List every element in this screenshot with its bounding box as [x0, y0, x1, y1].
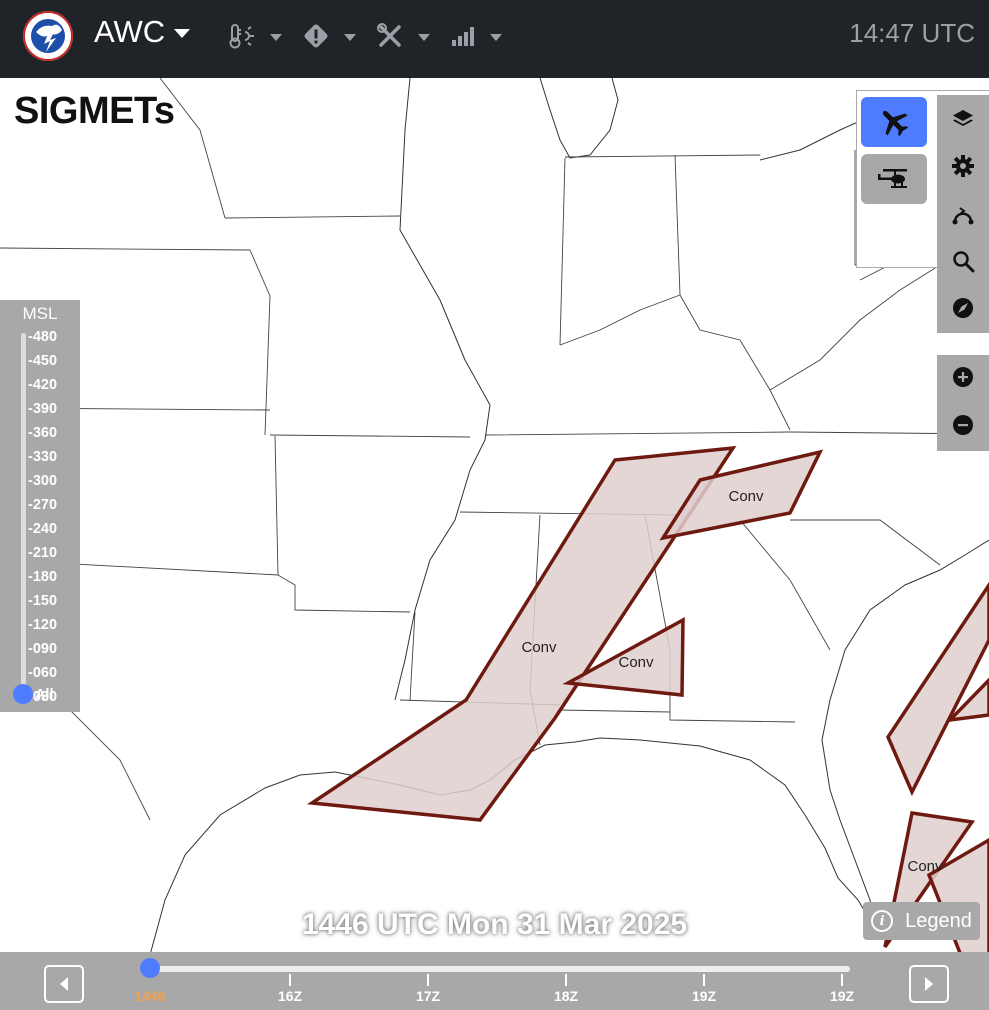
- altitude-level-label: -390: [28, 401, 58, 417]
- helicopter-icon: [878, 169, 907, 188]
- zoom-controls: [937, 355, 989, 451]
- map-tools-bar: [937, 95, 989, 333]
- chevron-down-icon: [418, 33, 430, 41]
- altitude-level-label: -120: [28, 617, 58, 633]
- chevron-down-icon: [490, 33, 502, 41]
- altitude-level-label: -270: [28, 497, 58, 513]
- altitude-level-label: -360: [28, 425, 58, 441]
- altitude-title: MSL: [22, 304, 58, 323]
- altitude-filter-panel: MSL -480 -450 -420 -390 -360 -330 -300 -270 -240…: [0, 300, 80, 729]
- brand-label: AWC: [94, 14, 166, 49]
- tools-icon: [377, 23, 401, 47]
- altitude-level-label: -180: [28, 569, 58, 585]
- zoom-in-button[interactable]: [937, 355, 989, 399]
- altitude-level-label: -210: [28, 545, 58, 561]
- warning-diamond-icon: [304, 24, 328, 48]
- timeline-tick-label: 17Z: [415, 988, 441, 1004]
- search-button[interactable]: [937, 239, 989, 283]
- altitude-level-label: -010: [28, 713, 58, 729]
- sigmet-label: Conv: [618, 654, 654, 671]
- timeline-tick: [703, 974, 705, 986]
- layers-icon: [953, 110, 973, 126]
- timeline-slider-track[interactable]: [150, 966, 850, 972]
- altitude-level-label: -420: [28, 377, 58, 393]
- chevron-down-icon: [344, 33, 356, 41]
- sigmet-label: Conv: [521, 639, 557, 656]
- zoom-out-icon: [953, 415, 973, 435]
- search-icon: [953, 251, 975, 273]
- nav-weather-menu[interactable]: [228, 20, 282, 52]
- timeline-bar: 1446 16Z 17Z 18Z 19Z 19Z: [0, 952, 989, 1010]
- compass-button[interactable]: [937, 286, 989, 330]
- altitude-level-label: -300: [28, 473, 58, 489]
- altitude-slider-handle[interactable]: [13, 684, 33, 704]
- timeline-tick-label: 19Z: [691, 988, 717, 1004]
- sigmet-polygon[interactable]: [886, 581, 989, 797]
- altitude-level-label: -150: [28, 593, 58, 609]
- layers-button[interactable]: [937, 97, 989, 141]
- route-button[interactable]: [937, 193, 989, 237]
- awc-menu-button[interactable]: AWC: [94, 14, 191, 50]
- page-title: SIGMETs: [14, 90, 175, 132]
- timeline-tick: [289, 974, 291, 986]
- timeline-tick: [841, 974, 843, 986]
- route-icon: [952, 207, 974, 225]
- timeline-tick: [427, 974, 429, 986]
- settings-button[interactable]: [937, 144, 989, 188]
- legend-label: Legend: [905, 909, 972, 932]
- sigmet-label: Conv: [728, 488, 764, 505]
- nav-products-menu[interactable]: [450, 20, 502, 52]
- nws-logo[interactable]: [22, 10, 74, 62]
- helicopter-mode-button[interactable]: [861, 154, 927, 204]
- timeline-prev-button[interactable]: [44, 965, 84, 1003]
- timeline-next-button[interactable]: [909, 965, 949, 1003]
- info-icon: i: [871, 910, 894, 932]
- altitude-level-label: -060: [28, 665, 58, 681]
- signal-bars-icon: [452, 27, 474, 46]
- altitude-slider-track[interactable]: [21, 333, 26, 693]
- altitude-level-label: -450: [28, 353, 58, 369]
- timeline-tick-label: 16Z: [277, 988, 303, 1004]
- timeline-slider-handle[interactable]: [140, 958, 160, 978]
- map-canvas[interactable]: Conv Conv Conv Conv: [0, 78, 989, 1010]
- timeline-tick-label: 19Z: [829, 988, 855, 1004]
- altitude-level-label: -240: [28, 521, 58, 537]
- altitude-all-label: All: [35, 687, 54, 703]
- thermometer-sun-icon: [229, 24, 254, 49]
- nav-hazards-menu[interactable]: [302, 20, 356, 52]
- zoom-out-button[interactable]: [937, 403, 989, 447]
- zoom-in-icon: [953, 367, 973, 387]
- legend-button[interactable]: i Legend: [863, 902, 980, 940]
- nav-tools-menu[interactable]: [376, 20, 430, 52]
- utc-clock: 14:47 UTC: [849, 18, 975, 48]
- altitude-level-label: -330: [28, 449, 58, 465]
- timeline-current-label: 1446: [134, 988, 166, 1004]
- gear-icon: [952, 155, 974, 177]
- airplane-icon: [882, 110, 909, 137]
- top-navbar: AWC 14:47 UTC: [0, 0, 989, 78]
- sigmet-label: Conv: [907, 858, 943, 875]
- altitude-level-label: -480: [28, 329, 58, 345]
- fixed-wing-mode-button[interactable]: [861, 97, 927, 147]
- timeline-tick: [565, 974, 567, 986]
- caret-left-icon: [60, 977, 68, 991]
- sigmet-layer: Conv Conv Conv Conv: [306, 445, 989, 962]
- altitude-level-label: -090: [28, 641, 58, 657]
- chevron-down-icon: [270, 33, 282, 41]
- valid-time-label: 1446 UTC Mon 31 Mar 2025: [301, 908, 688, 941]
- compass-icon: [953, 298, 973, 318]
- chevron-down-icon: [174, 28, 191, 38]
- timeline-tick-label: 18Z: [553, 988, 579, 1004]
- caret-right-icon: [925, 977, 933, 991]
